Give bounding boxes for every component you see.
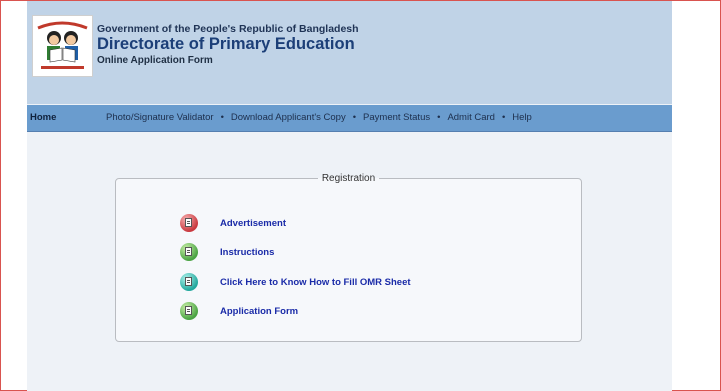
directorate-title: Directorate of Primary Education [97,35,355,53]
nav-admit-card[interactable]: Admit Card [447,112,495,123]
advertisement-link[interactable]: Advertisement [220,218,286,229]
children-reading-logo-icon [33,16,92,76]
nav-help[interactable]: Help [512,112,532,123]
omr-sheet-link[interactable]: Click Here to Know How to Fill OMR Sheet [220,277,411,288]
nav-items: Photo/Signature Validator • Download Appli… [106,112,532,123]
nav-photo-signature-validator[interactable]: Photo/Signature Validator [106,112,214,123]
site-header: Government of the People's Republic of B… [27,1,672,104]
document-icon[interactable] [180,243,198,261]
nav-home-link[interactable]: Home [30,112,56,123]
dpe-logo[interactable] [32,15,93,77]
document-icon[interactable] [180,302,198,320]
nav-payment-status[interactable]: Payment Status [363,112,430,123]
document-icon[interactable] [180,273,198,291]
nav-separator: • [501,112,506,123]
page-subtitle: Online Application Form [97,55,213,66]
government-name: Government of the People's Republic of B… [97,23,359,35]
main-nav: Home Photo/Signature Validator • Download … [27,105,672,132]
nav-separator: • [352,112,357,123]
registration-legend: Registration [321,173,376,184]
nav-separator: • [220,112,224,123]
nav-separator: • [437,112,441,123]
application-form-link[interactable]: Application Form [220,306,298,317]
nav-download-applicant-copy[interactable]: Download Applicant's Copy [231,112,346,123]
page: Government of the People's Republic of B… [27,1,672,391]
document-icon[interactable] [180,214,198,232]
instructions-link[interactable]: Instructions [220,247,274,258]
registration-panel: Registration Advertisement Instructions … [115,173,582,342]
